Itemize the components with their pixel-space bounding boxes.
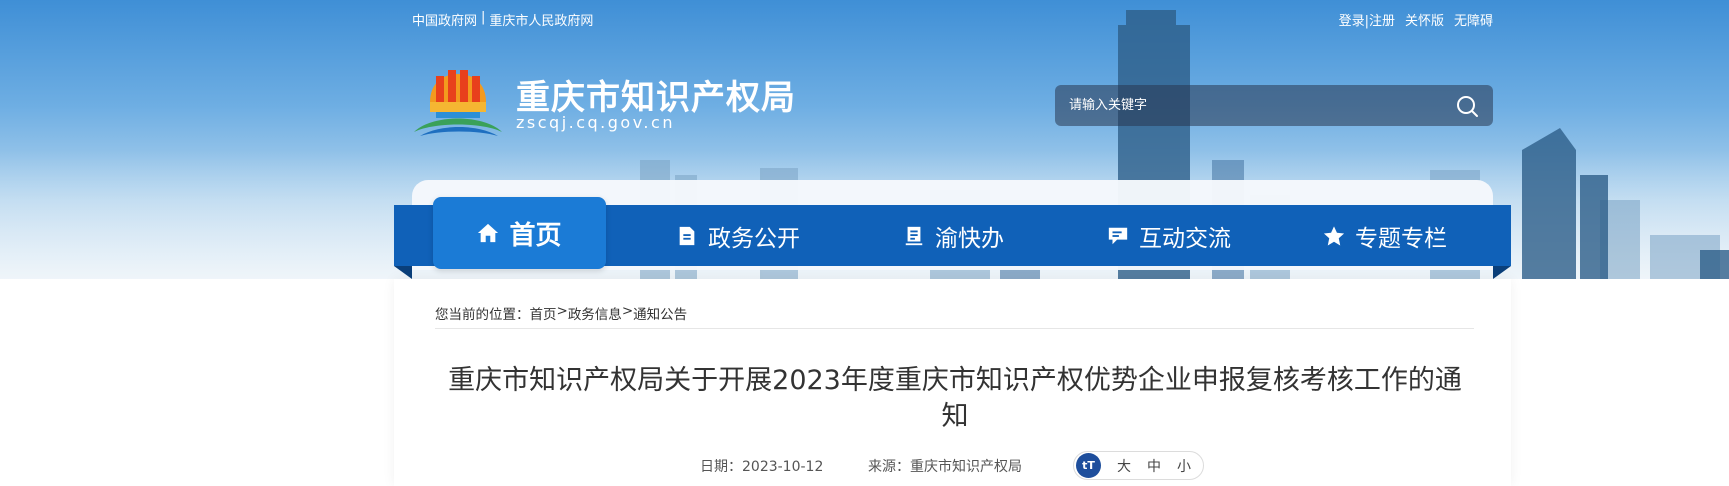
breadcrumb-gov-info[interactable]: 政务信息 bbox=[568, 303, 622, 323]
font-size-medium[interactable]: 中 bbox=[1147, 456, 1161, 476]
nav-item-gov-affairs[interactable]: 政务公开 bbox=[676, 205, 800, 266]
top-link-separator: | bbox=[481, 10, 486, 25]
search-icon[interactable] bbox=[1455, 94, 1479, 118]
nav-item-label: 互动交流 bbox=[1139, 225, 1231, 252]
nav-item-label: 专题专栏 bbox=[1355, 225, 1447, 252]
top-links-left: 中国政府网 | 重庆市人民政府网 bbox=[412, 10, 593, 29]
search-box[interactable] bbox=[1055, 85, 1493, 126]
search-input[interactable] bbox=[1069, 85, 1429, 126]
breadcrumb: 您当前的位置： 首页 > 政务信息 > 通知公告 bbox=[435, 303, 687, 323]
font-size-icon: tT bbox=[1076, 453, 1101, 478]
nav-item-label: 首页 bbox=[509, 220, 562, 251]
link-chongqing-gov[interactable]: 重庆市人民政府网 bbox=[489, 10, 593, 29]
site-domain: zscqj.cq.gov.cn bbox=[516, 113, 675, 132]
nav-item-label: 政务公开 bbox=[708, 225, 800, 252]
site-logo[interactable] bbox=[412, 64, 504, 138]
login-register-link[interactable]: 登录|注册 bbox=[1339, 10, 1395, 29]
breadcrumb-notices[interactable]: 通知公告 bbox=[633, 303, 687, 323]
care-version-link[interactable]: 关怀版 bbox=[1405, 10, 1444, 29]
link-china-gov[interactable]: 中国政府网 bbox=[412, 10, 477, 29]
nav-item-label: 渝快办 bbox=[935, 225, 1004, 252]
breadcrumb-home[interactable]: 首页 bbox=[530, 303, 557, 323]
site-title: 重庆市知识产权局 bbox=[516, 78, 796, 118]
nav-fold-left bbox=[394, 266, 412, 279]
nav-item-home[interactable]: 首页 bbox=[433, 197, 606, 269]
nav-item-interaction[interactable]: 互动交流 bbox=[1107, 205, 1231, 266]
accessibility-link[interactable]: 无障碍 bbox=[1454, 10, 1493, 29]
breadcrumb-separator: > bbox=[621, 303, 634, 319]
top-bar: 中国政府网 | 重庆市人民政府网 登录|注册 关怀版 无障碍 bbox=[412, 10, 1493, 29]
home-icon bbox=[477, 222, 499, 244]
breadcrumb-separator: > bbox=[556, 303, 568, 319]
star-icon bbox=[1323, 225, 1345, 247]
nav-item-yukuaiban[interactable]: 渝快办 bbox=[903, 205, 1004, 266]
book-icon bbox=[903, 225, 925, 247]
page: 中国政府网 | 重庆市人民政府网 登录|注册 关怀版 无障碍 重庆市知识产权局 … bbox=[0, 0, 1729, 486]
article-title: 重庆市知识产权局关于开展2023年度重庆市知识产权优势企业申报复核考核工作的通知 bbox=[448, 365, 1462, 432]
article-date: 日期：2023-10-12 bbox=[700, 459, 824, 475]
breadcrumb-prefix: 您当前的位置： bbox=[435, 307, 530, 323]
top-links-right: 登录|注册 关怀版 无障碍 bbox=[1339, 10, 1493, 29]
chat-icon bbox=[1107, 225, 1129, 247]
article-source: 来源：重庆市知识产权局 bbox=[868, 459, 1022, 475]
document-icon bbox=[676, 225, 698, 247]
nav-item-special-topics[interactable]: 专题专栏 bbox=[1323, 205, 1447, 266]
font-size-switcher: tT 大 中 小 bbox=[1073, 451, 1204, 480]
nav-fold-right bbox=[1493, 266, 1511, 279]
font-size-large[interactable]: 大 bbox=[1117, 456, 1131, 476]
breadcrumb-divider bbox=[435, 328, 1474, 329]
font-size-small[interactable]: 小 bbox=[1177, 456, 1191, 476]
